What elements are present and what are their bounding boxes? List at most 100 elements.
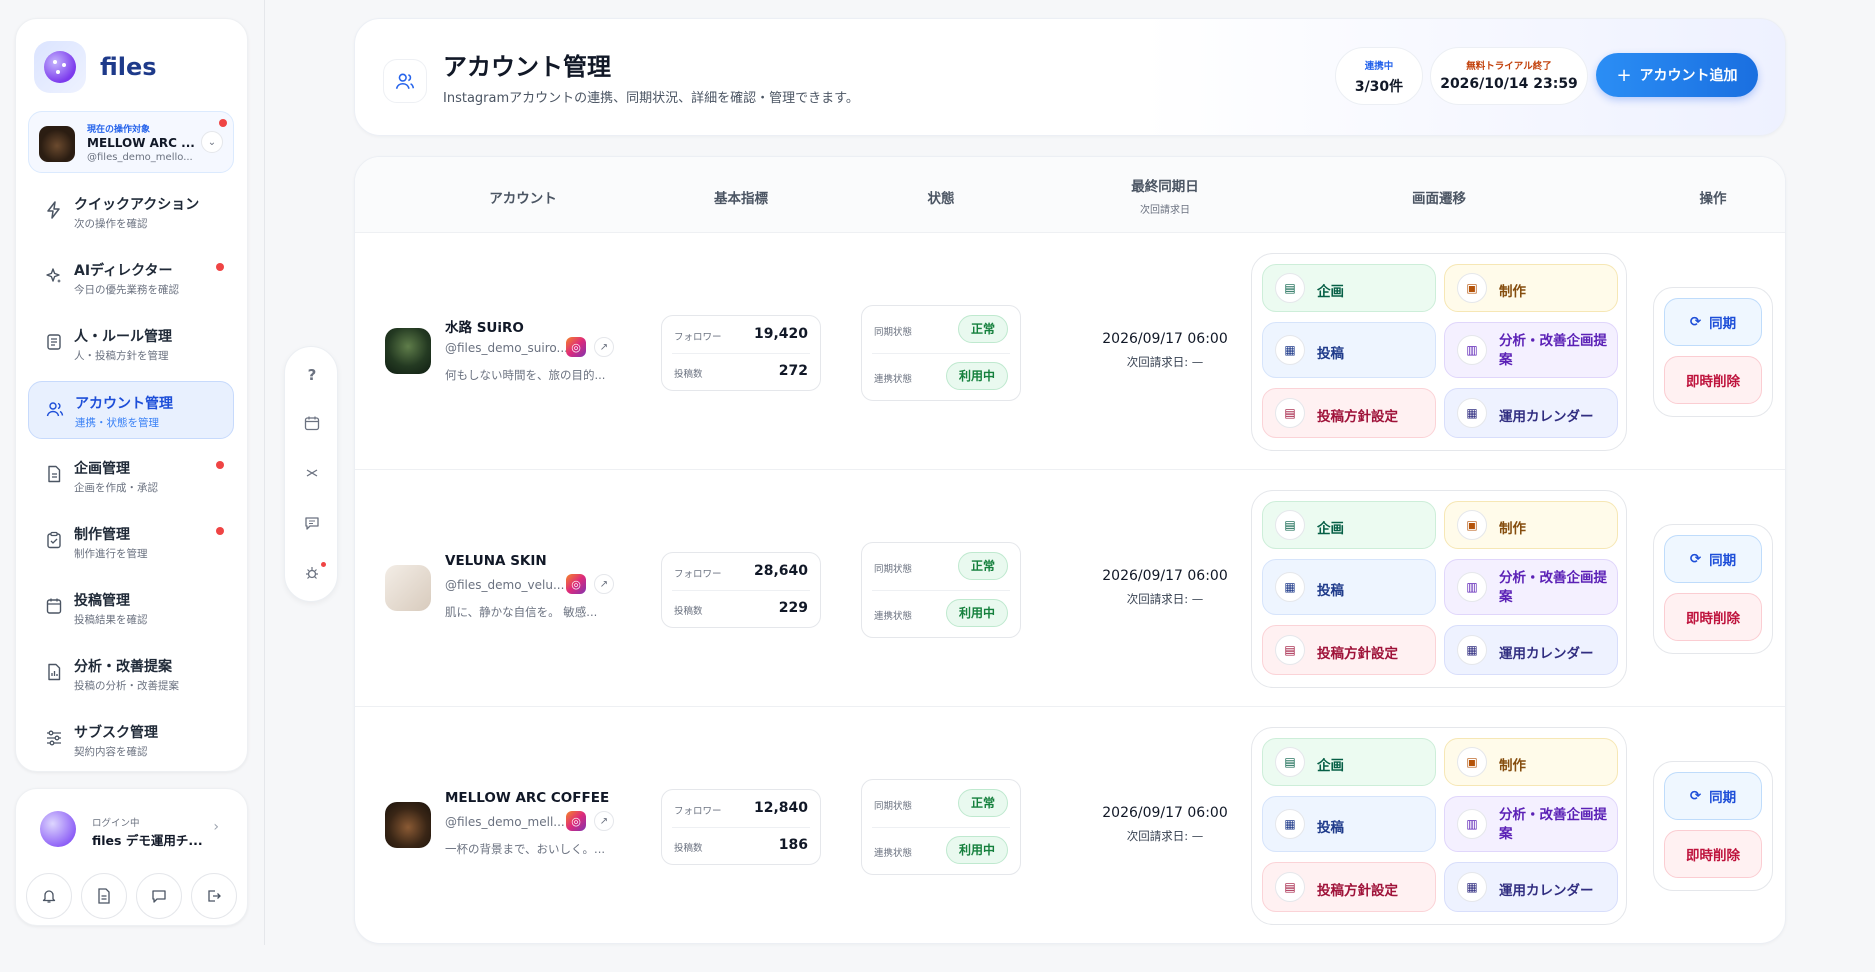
target-avatar (39, 126, 75, 162)
clipboard-icon: ▣ (1457, 747, 1487, 777)
delete-button[interactable]: 即時削除 (1664, 830, 1762, 878)
nav-policy-button[interactable]: ▤ 投稿方針設定 (1262, 862, 1436, 912)
help-icon[interactable]: ? (302, 365, 322, 385)
bolt-icon (44, 201, 64, 221)
sidebar-item-quick-action[interactable]: クイックアクション 次の操作を確認 (28, 183, 234, 241)
document-icon[interactable] (81, 873, 127, 919)
column-metrics: 基本指標 (714, 191, 768, 207)
chat-icon[interactable] (136, 873, 182, 919)
bell-icon[interactable] (26, 873, 72, 919)
sync-button[interactable]: ⟳ 同期 (1664, 535, 1762, 583)
add-account-button[interactable]: + アカウント追加 (1596, 53, 1758, 97)
nav-post-button[interactable]: ▦ 投稿 (1262, 796, 1436, 852)
sidebar-item-post-management[interactable]: 投稿管理 投稿結果を確認 (28, 579, 234, 637)
sidebar-item-production-management[interactable]: 制作管理 制作進行を管理 (28, 513, 234, 571)
nav-calendar-button[interactable]: ▦ 運用カレンダー (1444, 625, 1618, 675)
sidebar-item-account-management[interactable]: アカウント管理 連携・状態を管理 (28, 381, 234, 439)
message-icon[interactable] (302, 515, 322, 535)
nav-analysis-button[interactable]: ▥ 分析・改善企画提案 (1444, 559, 1618, 615)
nav-post-button[interactable]: ▦ 投稿 (1262, 559, 1436, 615)
account-handle: @files_demo_suiro... (445, 341, 568, 355)
nav-plan-button[interactable]: ▤ 企画 (1262, 264, 1436, 312)
sync-state-label: 同期状態 (874, 801, 913, 812)
trial-value: 2026/10/14 23:59 (1440, 76, 1578, 92)
clipboard-icon: ▣ (1457, 510, 1487, 540)
chevron-down-icon[interactable]: ⌄ (201, 131, 223, 153)
nav-production-button[interactable]: ▣ 制作 (1444, 264, 1618, 312)
logout-icon[interactable] (191, 873, 237, 919)
trial-label: 無料トライアル終了 (1466, 61, 1552, 72)
sidebar-item-subtitle: 連携・状態を管理 (75, 417, 159, 429)
navigation-buttons: ▤ 企画 ▣ 制作 ▦ 投稿 ▥ 分析・改善企画提案 ▤ 投稿方針設定 ▦ 運用カレンダー (1251, 490, 1627, 688)
login-status: ログイン中 (92, 818, 140, 829)
sidebar-item-subtitle: 企画を作成・承認 (74, 482, 158, 494)
chevron-right-icon[interactable]: › (213, 819, 219, 835)
sync-button[interactable]: ⟳ 同期 (1664, 298, 1762, 346)
instagram-icon[interactable]: ◎ (566, 811, 586, 831)
metrics-card: フォロワー 12,840 投稿数 186 (661, 789, 821, 865)
followers-value: 28,640 (753, 563, 808, 579)
navigation-buttons: ▤ 企画 ▣ 制作 ▦ 投稿 ▥ 分析・改善企画提案 ▤ 投稿方針設定 ▦ 運用カレンダー (1251, 727, 1627, 925)
sidebar-item-subtitle: 次の操作を確認 (74, 218, 148, 230)
notification-dot (219, 119, 227, 127)
divider (264, 0, 265, 945)
collapse-icon[interactable] (302, 465, 322, 485)
nav-calendar-button[interactable]: ▦ 運用カレンダー (1444, 388, 1618, 438)
instagram-icon[interactable]: ◎ (566, 337, 586, 357)
nav-post-button[interactable]: ▦ 投稿 (1262, 322, 1436, 378)
nav-plan-button[interactable]: ▤ 企画 (1262, 738, 1436, 786)
sidebar-item-subtitle: 制作進行を管理 (74, 548, 148, 560)
nav-policy-button[interactable]: ▤ 投稿方針設定 (1262, 388, 1436, 438)
nav-analysis-button[interactable]: ▥ 分析・改善企画提案 (1444, 796, 1618, 852)
sidebar-item-analysis[interactable]: 分析・改善提案 投稿の分析・改善提案 (28, 645, 234, 703)
nav-plan-label: 企画 (1317, 284, 1344, 300)
link-state-label: 連携状態 (874, 611, 913, 622)
external-link-icon[interactable]: ↗ (594, 574, 614, 594)
sync-button[interactable]: ⟳ 同期 (1664, 772, 1762, 820)
nav-post-label: 投稿 (1317, 346, 1344, 362)
table-row: VELUNA SKIN @files_demo_velu... ◎ ↗ 肌に、静… (355, 470, 1785, 707)
calendar-icon[interactable] (302, 415, 322, 435)
sidebar-item-subtitle: 今日の優先業務を確認 (74, 284, 179, 296)
sidebar-item-subtitle: 投稿の分析・改善提案 (74, 680, 179, 692)
sidebar-item-title: クイックアクション (74, 197, 200, 213)
nav-plan-button[interactable]: ▤ 企画 (1262, 501, 1436, 549)
sidebar-item-plan-management[interactable]: 企画管理 企画を作成・承認 (28, 447, 234, 505)
document-icon: ▤ (1275, 635, 1305, 665)
nav-calendar-label: 運用カレンダー (1499, 409, 1594, 425)
delete-button[interactable]: 即時削除 (1664, 356, 1762, 404)
delete-button[interactable]: 即時削除 (1664, 593, 1762, 641)
brand[interactable]: files (34, 41, 157, 93)
current-target-selector[interactable]: 現在の操作対象 MELLOW ARC ... @files_demo_mello… (28, 111, 234, 173)
account-avatar (385, 802, 431, 848)
sparkle-icon (44, 267, 64, 287)
nav-production-button[interactable]: ▣ 制作 (1444, 738, 1618, 786)
sidebar-item-subscription[interactable]: サブスク管理 契約内容を確認 (28, 711, 234, 769)
account-handle: @files_demo_velu... (445, 578, 565, 592)
document-icon: ▤ (1275, 398, 1305, 428)
external-link-icon[interactable]: ↗ (594, 811, 614, 831)
avatar (40, 811, 76, 847)
nav-policy-button[interactable]: ▤ 投稿方針設定 (1262, 625, 1436, 675)
page-subtitle: Instagramアカウントの連携、同期状況、詳細を確認・管理できます。 (443, 91, 859, 106)
document-icon: ▤ (1275, 273, 1305, 303)
column-next-request: 次回請求日 (1140, 205, 1190, 216)
sidebar-nav: クイックアクション 次の操作を確認 AIディレクター 今日の優先業務を確認 人・… (28, 183, 234, 777)
external-link-icon[interactable]: ↗ (594, 337, 614, 357)
sidebar-item-title: アカウント管理 (75, 396, 173, 412)
report-icon: ▥ (1457, 335, 1487, 365)
nav-production-button[interactable]: ▣ 制作 (1444, 501, 1618, 549)
sidebar-item-people-rules[interactable]: 人・ルール管理 人・投稿方針を管理 (28, 315, 234, 373)
calendar-icon: ▦ (1457, 398, 1487, 428)
notification-dot (216, 527, 224, 535)
sidebar-item-ai-director[interactable]: AIディレクター 今日の優先業務を確認 (28, 249, 234, 307)
bug-icon[interactable] (302, 565, 322, 585)
tool-rail: ? (284, 346, 338, 602)
posts-label: 投稿数 (674, 606, 703, 617)
nav-calendar-button[interactable]: ▦ 運用カレンダー (1444, 862, 1618, 912)
notification-dot (321, 562, 326, 567)
column-navigation: 画面遷移 (1412, 191, 1466, 207)
instagram-icon[interactable]: ◎ (566, 574, 586, 594)
nav-production-label: 制作 (1499, 284, 1526, 300)
nav-analysis-button[interactable]: ▥ 分析・改善企画提案 (1444, 322, 1618, 378)
